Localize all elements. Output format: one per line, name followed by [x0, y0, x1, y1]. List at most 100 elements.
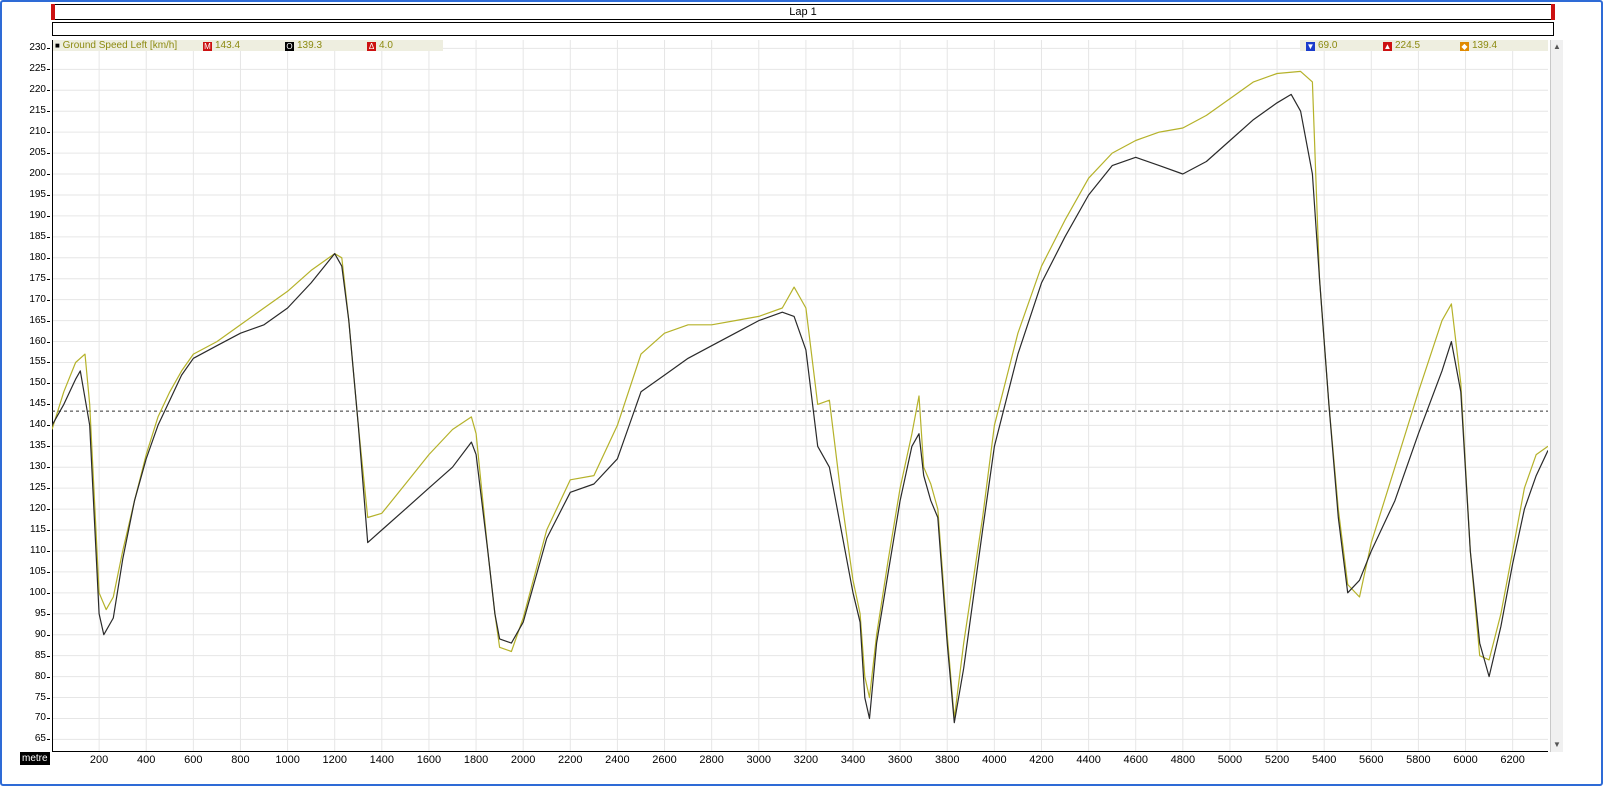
- y-tick-label: 135: [29, 440, 46, 452]
- y-tick-label: 115: [30, 524, 46, 536]
- y-tick-label: 225: [29, 63, 46, 75]
- y-tick-label: 180: [29, 251, 46, 263]
- x-tick-label: 4200: [1029, 754, 1054, 766]
- y-tick-mark: [47, 111, 50, 113]
- y-tick-mark: [47, 488, 50, 490]
- x-tick-label: 1800: [463, 754, 489, 766]
- y-tick-mark: [47, 655, 50, 657]
- y-tick-label: 75: [34, 691, 46, 703]
- channel-name: Ground Speed Left [km/h]: [62, 40, 178, 51]
- legend-value-item: ▲ 224.5: [1383, 40, 1420, 51]
- y-tick-mark: [47, 571, 50, 573]
- y-tick-mark: [47, 153, 50, 155]
- x-tick-label: 400: [137, 754, 156, 766]
- y-tick-mark: [47, 69, 50, 71]
- legend-value-item: M 143.4: [203, 40, 240, 51]
- y-tick-label: 105: [29, 565, 46, 577]
- x-tick-label: 5000: [1217, 754, 1243, 766]
- lap-selector-bar[interactable]: Lap 1: [51, 4, 1555, 20]
- series-line-2: [52, 93, 1548, 724]
- y-tick-mark: [47, 592, 50, 594]
- y-tick-label: 155: [29, 356, 46, 368]
- y-tick-mark: [47, 90, 50, 92]
- y-tick-label: 170: [29, 293, 46, 305]
- legend-value-item: ▼ 69.0: [1306, 40, 1337, 51]
- vertical-scrollbar[interactable]: ▲ ▼: [1550, 40, 1563, 752]
- scroll-down-icon[interactable]: ▼: [1552, 740, 1562, 750]
- y-tick-mark: [47, 215, 50, 217]
- max-icon: ▲: [1383, 42, 1392, 51]
- x-unit-label: metre: [20, 752, 50, 765]
- y-tick-label: 120: [29, 503, 46, 515]
- y-tick-mark: [47, 362, 50, 364]
- legend-value-text: 224.5: [1395, 40, 1421, 51]
- y-tick-mark: [47, 613, 50, 615]
- x-tick-label: 2200: [558, 754, 583, 766]
- x-tick-label: 800: [231, 754, 250, 766]
- legend-value-text: 143.4: [215, 40, 241, 51]
- y-tick-mark: [47, 634, 50, 636]
- y-tick-mark: [47, 509, 50, 511]
- speed-plot[interactable]: [52, 40, 1548, 752]
- x-tick-label: 1400: [369, 754, 395, 766]
- legend-value-item: O 139.3: [285, 40, 322, 51]
- y-tick-mark: [47, 236, 50, 238]
- y-tick-mark: [47, 383, 50, 385]
- x-tick-label: 2400: [605, 754, 630, 766]
- delta-icon: Δ: [367, 42, 376, 51]
- x-tick-label: 3800: [934, 754, 960, 766]
- legend-value-item: Δ 4.0: [367, 40, 393, 51]
- y-tick-label: 65: [34, 733, 46, 745]
- x-tick-label: 2600: [652, 754, 677, 766]
- y-tick-mark: [47, 446, 50, 448]
- m-marker-icon: M: [203, 42, 212, 51]
- y-tick-mark: [47, 278, 50, 280]
- y-tick-mark: [47, 425, 50, 427]
- y-tick-label: 165: [29, 314, 46, 326]
- y-tick-label: 230: [29, 42, 46, 54]
- legend-value-text: 139.4: [1472, 40, 1498, 51]
- x-tick-label: 6200: [1500, 754, 1525, 766]
- x-tick-label: 1600: [416, 754, 442, 766]
- y-tick-mark: [47, 341, 50, 343]
- y-tick-mark: [47, 718, 50, 720]
- y-tick-label: 80: [34, 670, 46, 682]
- x-tick-label: 3000: [746, 754, 772, 766]
- x-tick-label: 200: [89, 754, 109, 766]
- y-tick-label: 110: [30, 544, 46, 556]
- y-tick-label: 70: [34, 712, 46, 724]
- x-tick-label: 5400: [1311, 754, 1337, 766]
- x-tick-label: 4600: [1123, 754, 1148, 766]
- y-tick-label: 200: [29, 168, 46, 180]
- x-tick-label: 600: [184, 754, 203, 766]
- y-tick-label: 145: [29, 398, 46, 410]
- legend-value-text: 69.0: [1318, 40, 1338, 51]
- legend-value-text: 139.3: [297, 40, 323, 51]
- x-tick-label: 2000: [510, 754, 536, 766]
- y-tick-label: 205: [29, 147, 46, 159]
- x-tick-label: 1200: [322, 754, 347, 766]
- x-tick-label: 6000: [1453, 754, 1478, 766]
- lap-end-handle[interactable]: [1551, 4, 1555, 20]
- min-icon: ▼: [1306, 42, 1315, 51]
- scroll-up-icon[interactable]: ▲: [1552, 42, 1562, 52]
- series-line-1: [52, 70, 1548, 720]
- y-tick-mark: [47, 739, 50, 741]
- y-tick-mark: [47, 697, 50, 699]
- y-tick-label: 220: [29, 84, 46, 96]
- lap-start-handle[interactable]: [51, 4, 55, 20]
- y-tick-label: 125: [29, 482, 46, 494]
- y-tick-mark: [47, 174, 50, 176]
- x-tick-label: 5600: [1359, 754, 1384, 766]
- y-tick-label: 90: [34, 628, 46, 640]
- x-tick-label: 2800: [699, 754, 724, 766]
- legend-channel[interactable]: ■ Ground Speed Left [km/h]: [55, 40, 177, 51]
- y-tick-label: 130: [29, 461, 46, 473]
- y-tick-mark: [47, 299, 50, 301]
- y-tick-label: 100: [29, 586, 46, 598]
- x-tick-label: 5200: [1264, 754, 1290, 766]
- y-tick-label: 150: [29, 377, 46, 389]
- range-scrollbar[interactable]: [52, 22, 1554, 36]
- x-tick-label: 3400: [840, 754, 866, 766]
- x-tick-label: 5800: [1406, 754, 1431, 766]
